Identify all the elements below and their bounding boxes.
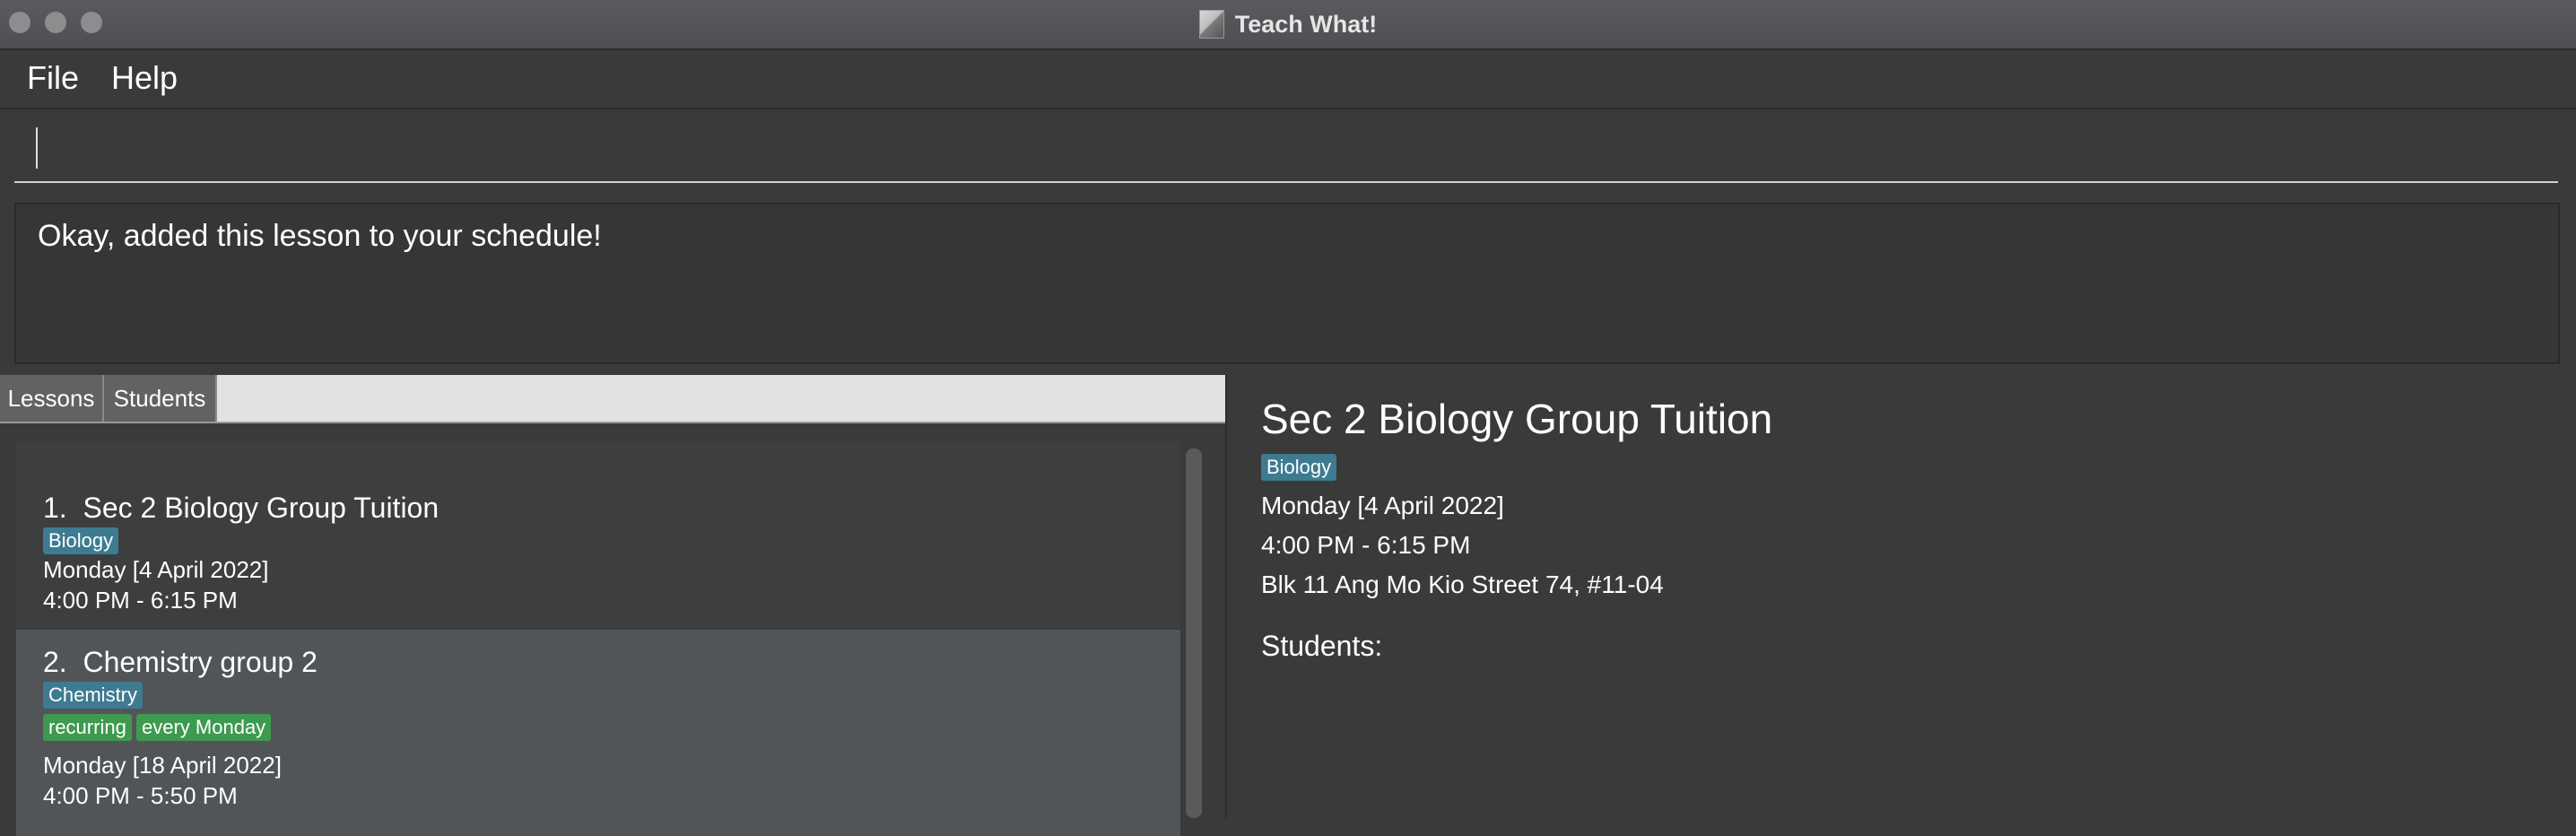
detail-address: Blk 11 Ang Mo Kio Street 74, #11-04 [1261, 570, 1664, 598]
subject-tag: Biology [43, 527, 119, 554]
menu-bar: File Help [0, 50, 2576, 109]
lesson-name: Sec 2 Biology Group Tuition [83, 492, 439, 524]
lesson-card[interactable]: 2. Chemistry group 2 Chemistry recurring… [16, 630, 1180, 836]
menu-help[interactable]: Help [111, 59, 178, 97]
menu-file[interactable]: File [27, 59, 79, 97]
lesson-card-title: 2. Chemistry group 2 [43, 646, 318, 679]
lesson-index: 1. [43, 492, 67, 524]
tab-bar: Lessons Students [0, 375, 1225, 423]
lesson-list: 1. Sec 2 Biology Group Tuition Biology M… [0, 423, 1225, 836]
subject-tag: Chemistry [43, 682, 144, 709]
title-bar: Teach What! [0, 0, 2576, 50]
result-display: Okay, added this lesson to your schedule… [14, 203, 2560, 364]
command-input[interactable] [14, 109, 2558, 183]
detail-students-label: Students: [1261, 630, 1383, 662]
tab-lessons[interactable]: Lessons [0, 375, 104, 422]
result-message: Okay, added this lesson to your schedule… [38, 219, 602, 253]
lesson-index: 2. [43, 646, 67, 678]
lesson-detail-panel: Sec 2 Biology Group Tuition Biology Mond… [1227, 375, 2576, 818]
detail-subject-tag: Biology [1261, 454, 1337, 481]
text-caret [36, 127, 38, 169]
tab-students[interactable]: Students [104, 375, 217, 422]
lesson-card[interactable]: 1. Sec 2 Biology Group Tuition Biology M… [16, 441, 1180, 628]
lesson-card-title: 1. Sec 2 Biology Group Tuition [43, 492, 439, 525]
lesson-date: Monday [18 April 2022] [43, 752, 282, 779]
lesson-date: Monday [4 April 2022] [43, 556, 269, 583]
app-icon [1198, 10, 1224, 39]
detail-date: Monday [4 April 2022] [1261, 492, 1504, 519]
list-scrollbar[interactable] [1186, 448, 1202, 818]
lesson-time: 4:00 PM - 6:15 PM [43, 587, 238, 614]
frequency-tag: every Monday [136, 714, 272, 741]
recurring-tag: recurring [43, 714, 132, 741]
lesson-time: 4:00 PM - 5:50 PM [43, 782, 238, 809]
detail-time: 4:00 PM - 6:15 PM [1261, 531, 1471, 559]
lesson-name: Chemistry group 2 [83, 646, 318, 678]
window-title: Teach What! [1234, 10, 1378, 38]
detail-title: Sec 2 Biology Group Tuition [1261, 396, 1773, 442]
